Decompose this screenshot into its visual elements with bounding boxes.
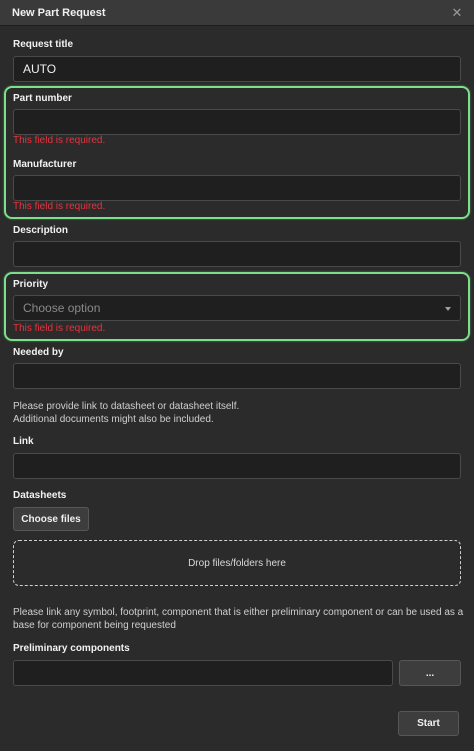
manufacturer-error: This field is required. — [13, 201, 106, 212]
title-bar: New Part Request ✕ — [0, 0, 474, 26]
part-number-label: Part number — [13, 93, 72, 104]
request-title-label: Request title — [13, 39, 74, 50]
request-title-input[interactable]: AUTO — [13, 56, 461, 82]
priority-label: Priority — [13, 279, 49, 290]
part-number-input[interactable] — [13, 109, 461, 135]
needed-by-input[interactable] — [13, 363, 461, 389]
preliminary-components-input[interactable] — [13, 660, 393, 686]
link-hint-line1: Please provide link to datasheet or data… — [13, 401, 240, 412]
choose-files-button[interactable]: Choose files — [13, 507, 89, 531]
datasheets-label: Datasheets — [13, 490, 67, 501]
link-hint: Please provide link to datasheet or data… — [13, 400, 465, 426]
file-dropzone[interactable]: Drop files/folders here — [13, 540, 461, 586]
window-title: New Part Request — [12, 6, 106, 19]
preliminary-components-label: Preliminary components — [13, 643, 130, 654]
browse-components-button[interactable]: ... — [399, 660, 461, 686]
preliminary-hint: Please link any symbol, footprint, compo… — [13, 607, 464, 631]
start-button[interactable]: Start — [398, 711, 459, 736]
part-number-error: This field is required. — [13, 135, 106, 146]
manufacturer-label: Manufacturer — [13, 159, 77, 170]
description-input[interactable] — [13, 241, 461, 267]
chevron-down-icon — [445, 307, 451, 311]
link-label: Link — [13, 436, 34, 447]
close-icon[interactable]: ✕ — [450, 6, 464, 20]
manufacturer-input[interactable] — [13, 175, 461, 201]
link-input[interactable] — [13, 453, 461, 479]
dropzone-text: Drop files/folders here — [188, 557, 286, 569]
description-label: Description — [13, 225, 69, 236]
link-hint-line2: Additional documents might also be inclu… — [13, 414, 214, 425]
needed-by-label: Needed by — [13, 347, 64, 358]
priority-select[interactable]: Choose option — [13, 295, 461, 321]
priority-error: This field is required. — [13, 323, 106, 334]
priority-placeholder: Choose option — [23, 301, 101, 315]
